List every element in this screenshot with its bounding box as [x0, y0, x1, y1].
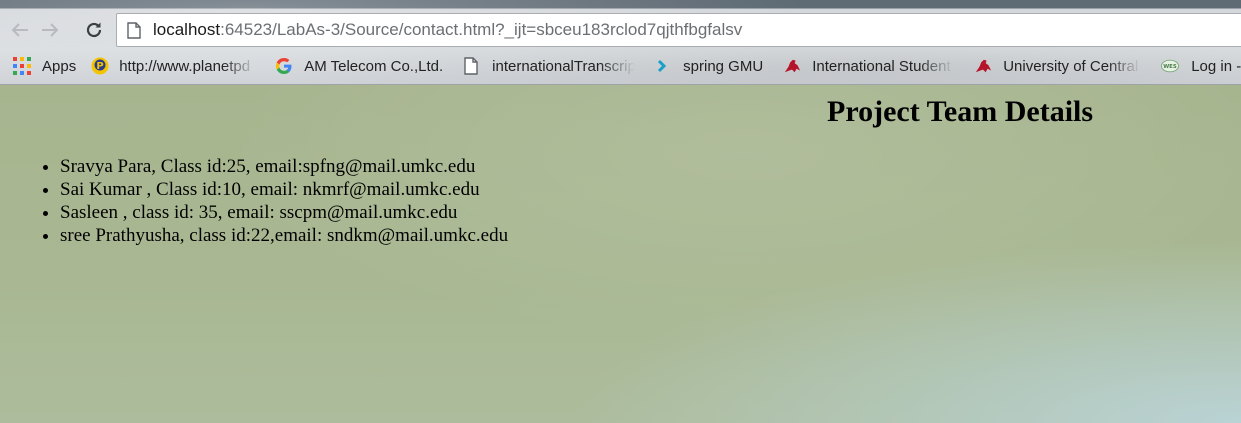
- reload-icon: [86, 22, 102, 38]
- forward-button[interactable]: [36, 16, 64, 44]
- back-button[interactable]: [6, 16, 34, 44]
- page-content: Project Team Details Sravya Para, Class …: [0, 85, 1241, 423]
- arrow-right-icon: [42, 23, 59, 37]
- bookmark-international-student[interactable]: International Student: [783, 54, 954, 78]
- google-g-icon: [275, 57, 293, 75]
- chevron-icon: [653, 57, 671, 75]
- bookmark-international-transcript[interactable]: internationalTranscrip: [462, 54, 635, 78]
- browser-toolbar: localhost:64523/LabAs-3/Source/contact.h…: [0, 12, 1241, 50]
- mule-icon: [974, 57, 992, 75]
- bookmark-spring-gmu[interactable]: spring GMU: [653, 54, 763, 78]
- apps-grid-icon: [13, 57, 31, 75]
- kangaroo-icon: [783, 57, 801, 75]
- team-member-item: Sai Kumar , Class id:10, email: nkmrf@ma…: [60, 178, 508, 201]
- svg-text:WES: WES: [1163, 64, 1177, 70]
- reload-button[interactable]: [80, 16, 108, 44]
- bookmark-label: internationalTranscrip: [492, 57, 636, 75]
- bookmark-log-in[interactable]: WES Log in - W: [1161, 54, 1241, 78]
- team-member-item: sree Prathyusha, class id:22,email: sndk…: [60, 224, 508, 247]
- bookmark-university-central[interactable]: University of Central: [974, 54, 1141, 78]
- bookmarks-bar: Apps P http://www.planetpd AM Telecom Co…: [0, 52, 1241, 80]
- bookmark-am-telecom[interactable]: AM Telecom Co.,Ltd.: [275, 54, 443, 78]
- bookmark-planetpd[interactable]: P http://www.planetpd: [91, 54, 257, 78]
- browser-chrome: localhost:64523/LabAs-3/Source/contact.h…: [0, 0, 1241, 85]
- bookmark-apps[interactable]: Apps: [13, 54, 76, 78]
- page-title: Project Team Details: [827, 95, 1094, 128]
- svg-text:P: P: [97, 61, 104, 72]
- bookmark-label: Log in - W: [1191, 57, 1241, 75]
- arrow-left-icon: [11, 23, 28, 37]
- bookmark-label: International Student: [812, 57, 951, 75]
- team-member-item: Sravya Para, Class id:25, email:spfng@ma…: [60, 155, 508, 178]
- team-member-item: Sasleen , class id: 35, email: sscpm@mai…: [60, 201, 508, 224]
- bookmark-label: http://www.planetpd: [119, 57, 251, 75]
- bookmark-label: AM Telecom Co.,Ltd.: [304, 57, 444, 75]
- page-icon: [462, 57, 480, 75]
- team-member-list: Sravya Para, Class id:25, email:spfng@ma…: [60, 155, 508, 247]
- url-host: localhost: [153, 20, 221, 39]
- page-icon: [127, 21, 141, 39]
- planet-p-icon: P: [91, 57, 109, 75]
- wes-icon: WES: [1161, 57, 1180, 75]
- bookmark-label: spring GMU: [683, 57, 764, 75]
- address-bar[interactable]: localhost:64523/LabAs-3/Source/contact.h…: [116, 13, 1241, 47]
- url-path: :64523/LabAs-3/Source/contact.html?_ijt=…: [220, 20, 743, 39]
- bookmark-label: Apps: [42, 57, 77, 75]
- bookmark-label: University of Central: [1003, 57, 1139, 75]
